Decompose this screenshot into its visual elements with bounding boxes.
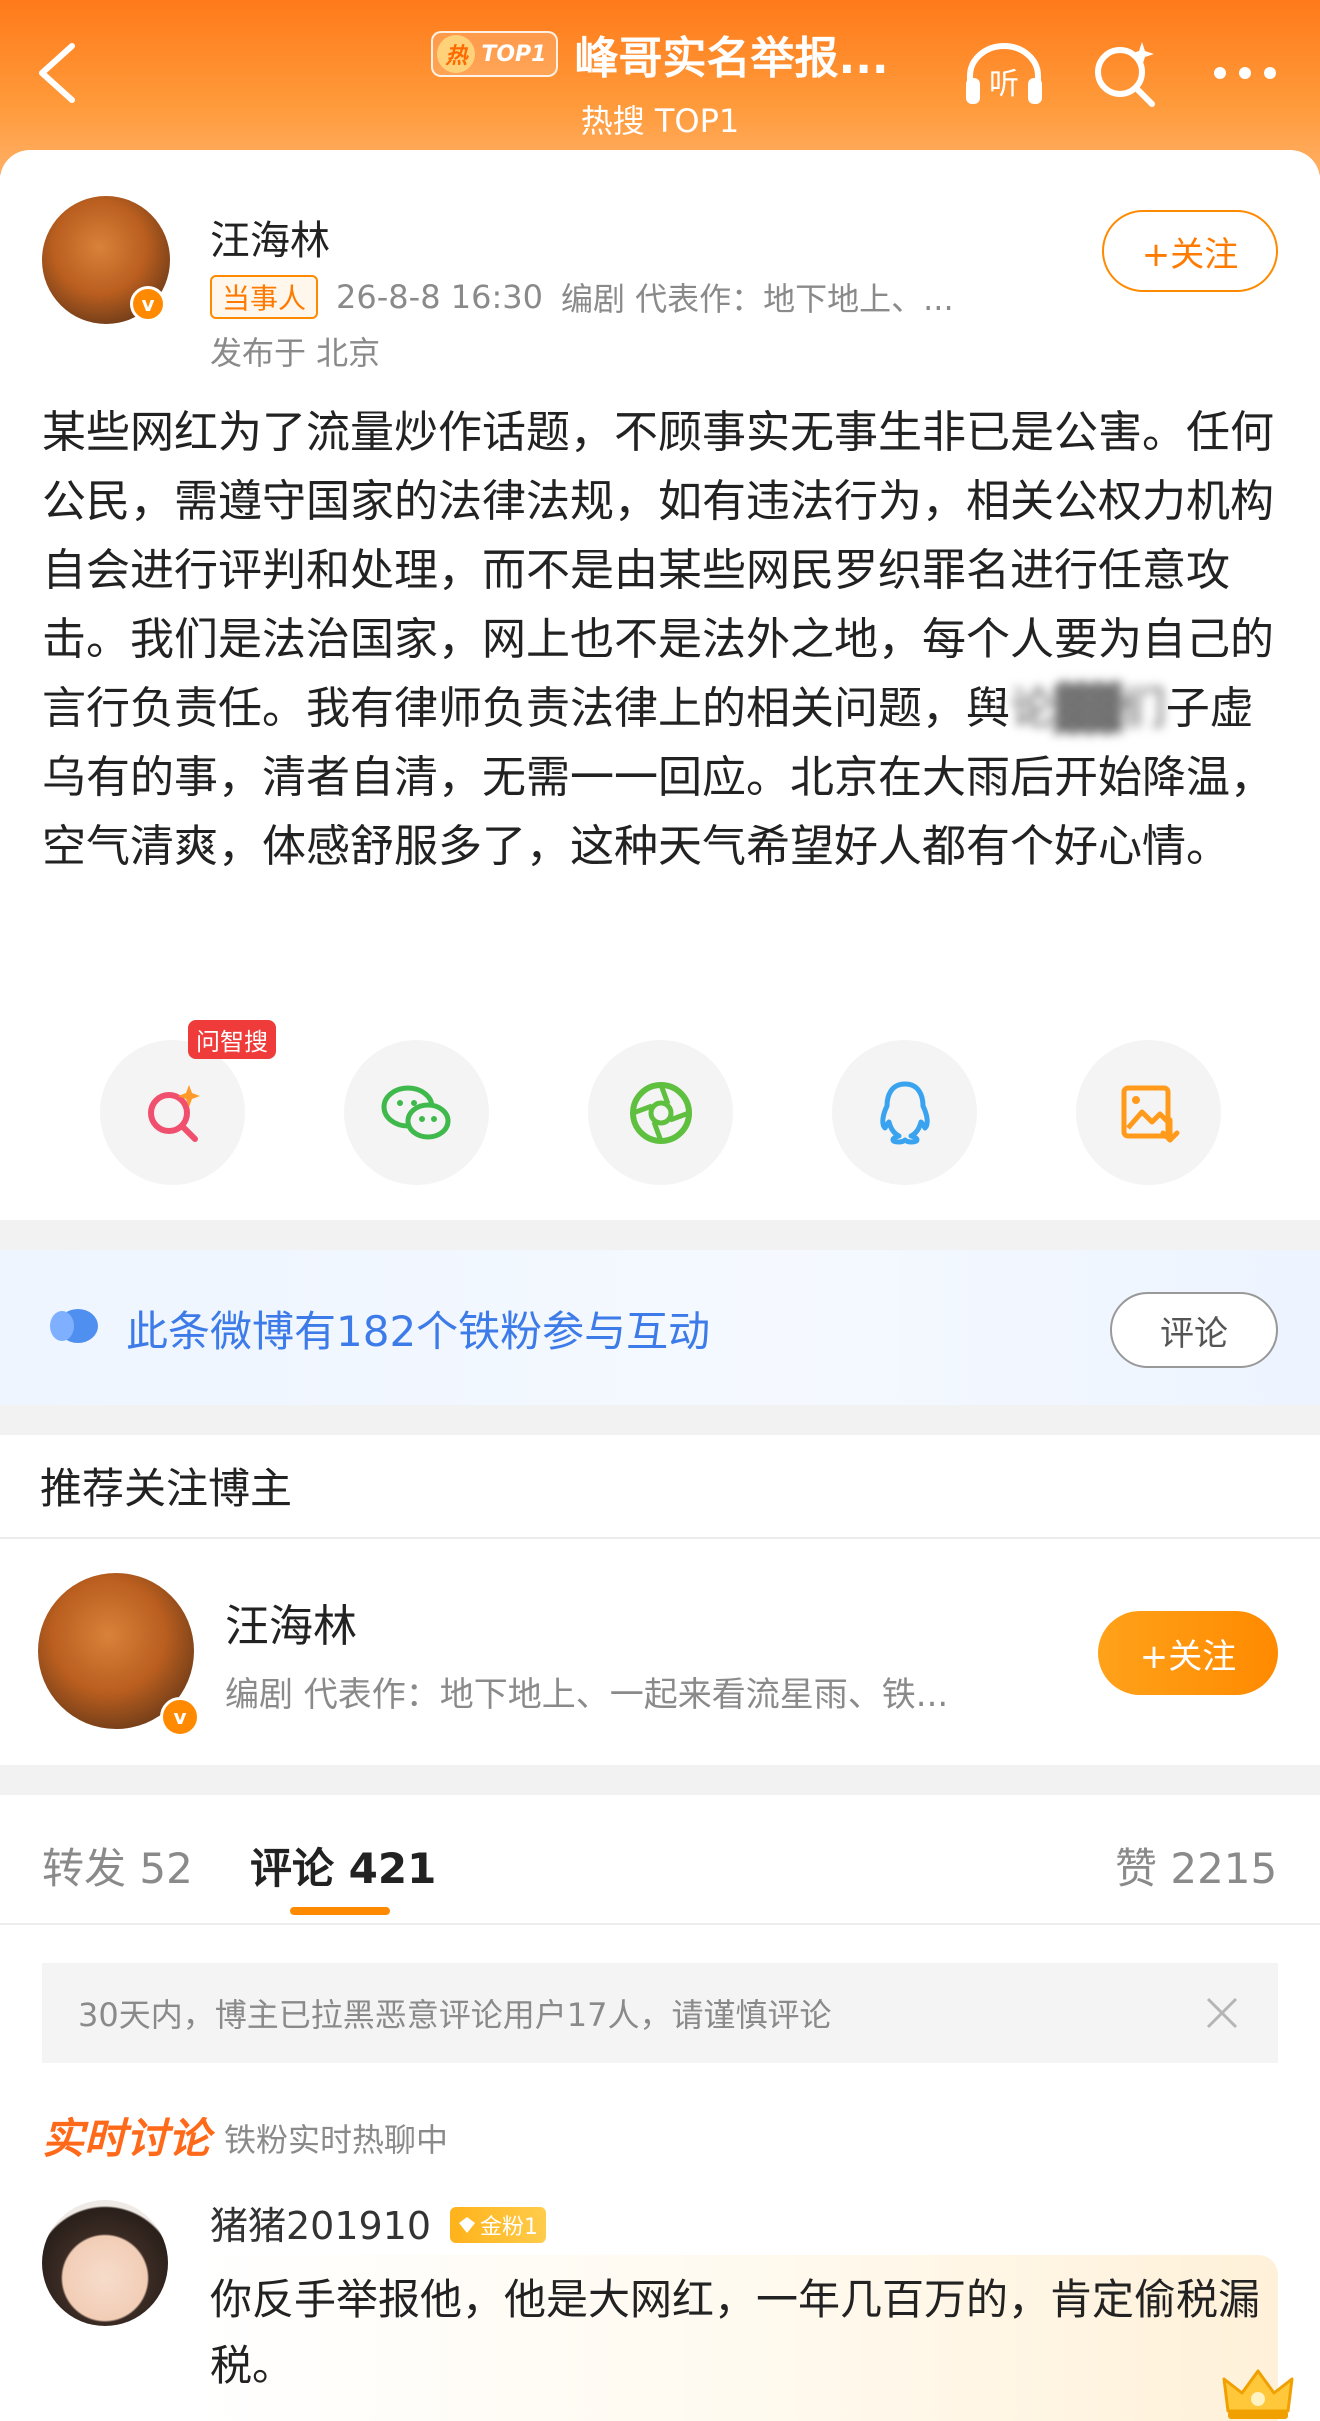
headphones-listen-icon[interactable]: 听 (962, 38, 1046, 108)
top-bar: 热 TOP1 峰哥实名举报... 热搜 TOP1 听 (0, 0, 1320, 175)
recommended-desc: 编剧 代表作：地下地上、一起来看流星雨、铁... (225, 1675, 949, 1715)
post-meta: 当事人 26-8-8 16:30 编剧 代表作：地下地上、... (210, 274, 954, 320)
ask-badge: 问智搜 (188, 1020, 276, 1059)
block-notice: 30天内，博主已拉黑恶意评论用户17人，请谨慎评论 (42, 1963, 1278, 2063)
share-ask-zhisou[interactable]: 问智搜 (100, 1020, 276, 1185)
author-bio: 编剧 代表作：地下地上、... (560, 280, 954, 318)
hot-search-heading: 热 TOP1 峰哥实名举报... 热搜 TOP1 (390, 22, 930, 142)
share-wechat[interactable] (344, 1040, 489, 1185)
realtime-subtitle: 铁粉实时热聊中 (224, 2121, 449, 2159)
follow-button[interactable]: +关注 (1102, 210, 1278, 292)
recommended-follow-button[interactable]: +关注 (1098, 1611, 1278, 1695)
more-options-icon[interactable] (1210, 58, 1280, 88)
post-card: v 汪海林 当事人 26-8-8 16:30 编剧 代表作：地下地上、... 发… (0, 150, 1320, 1220)
notice-text: 30天内，博主已拉黑恶意评论用户17人，请谨慎评论 (78, 1996, 832, 2034)
party-tag: 当事人 (210, 275, 319, 319)
share-moments[interactable] (588, 1040, 733, 1185)
search-sparkle-icon[interactable] (1090, 38, 1160, 108)
recommended-name[interactable]: 汪海林 (225, 1590, 357, 1654)
diamond-icon (459, 2217, 475, 2233)
moments-aperture-icon (629, 1081, 692, 1144)
active-tab-indicator (290, 1907, 390, 1915)
hot-rank-badge: 热 TOP1 (431, 31, 559, 77)
verified-badge-icon: v (130, 286, 166, 322)
share-save-image[interactable] (1076, 1040, 1221, 1185)
verified-badge-icon: v (160, 1697, 200, 1737)
post-time: 26-8-8 16:30 (336, 278, 543, 316)
post-text: 某些网红为了流量炒作话题，不顾事实无事生非已是公害。任何公民，需遵守国家的法律法… (42, 407, 1274, 872)
share-qq[interactable] (832, 1040, 977, 1185)
fan-comment-button[interactable]: 评论 (1110, 1292, 1278, 1368)
page-subtitle: 热搜 TOP1 (580, 102, 740, 140)
wechat-icon (381, 1085, 450, 1139)
search-sparkle-icon (147, 1084, 200, 1142)
page-title[interactable]: 峰哥实名举报... (574, 22, 888, 86)
back-arrow-icon[interactable] (30, 40, 90, 106)
iron-fan-text: 此条微博有182个铁粉参与互动 (126, 1307, 711, 1356)
share-bar: 问智搜 (100, 1020, 1221, 1185)
divider (0, 1537, 1320, 1539)
recommended-bloggers: 推荐关注博主 v 汪海林 编剧 代表作：地下地上、一起来看流星雨、铁... +关… (0, 1435, 1320, 1765)
blurred-text: 论▓▓们 (1010, 683, 1166, 734)
realtime-title: 实时讨论 (42, 2114, 211, 2163)
author-name[interactable]: 汪海林 (210, 208, 330, 266)
comment-text: 你反手举报他，他是大网红，一年几百万的，肯定偷税漏税。 (210, 2275, 1261, 2390)
svg-text:听: 听 (989, 67, 1019, 102)
fan-chat-icon (50, 1309, 98, 1343)
commenter-name[interactable]: 猪猪201910 (210, 2195, 431, 2250)
section-title: 推荐关注博主 (40, 1464, 293, 1513)
post-location: 发布于 北京 (210, 334, 381, 372)
save-image-icon (1121, 1085, 1179, 1142)
tab-repost[interactable]: 转发 52 (42, 1835, 193, 1896)
iron-fan-banner[interactable]: 此条微博有182个铁粉参与互动 评论 (0, 1250, 1320, 1405)
qq-penguin-icon (879, 1081, 930, 1144)
close-icon[interactable] (1202, 1993, 1242, 2033)
tab-comment[interactable]: 评论 421 (250, 1835, 436, 1896)
fan-level-badge: 金粉1 (450, 2207, 546, 2243)
divider (0, 1923, 1320, 1925)
commenter-avatar[interactable] (42, 2200, 168, 2326)
crown-icon (1222, 2369, 1294, 2419)
tab-like[interactable]: 赞 2215 (1115, 1835, 1277, 1896)
comments-section: 转发 52 评论 421 赞 2215 30天内，博主已拉黑恶意评论用户17人，… (0, 1795, 1320, 2421)
